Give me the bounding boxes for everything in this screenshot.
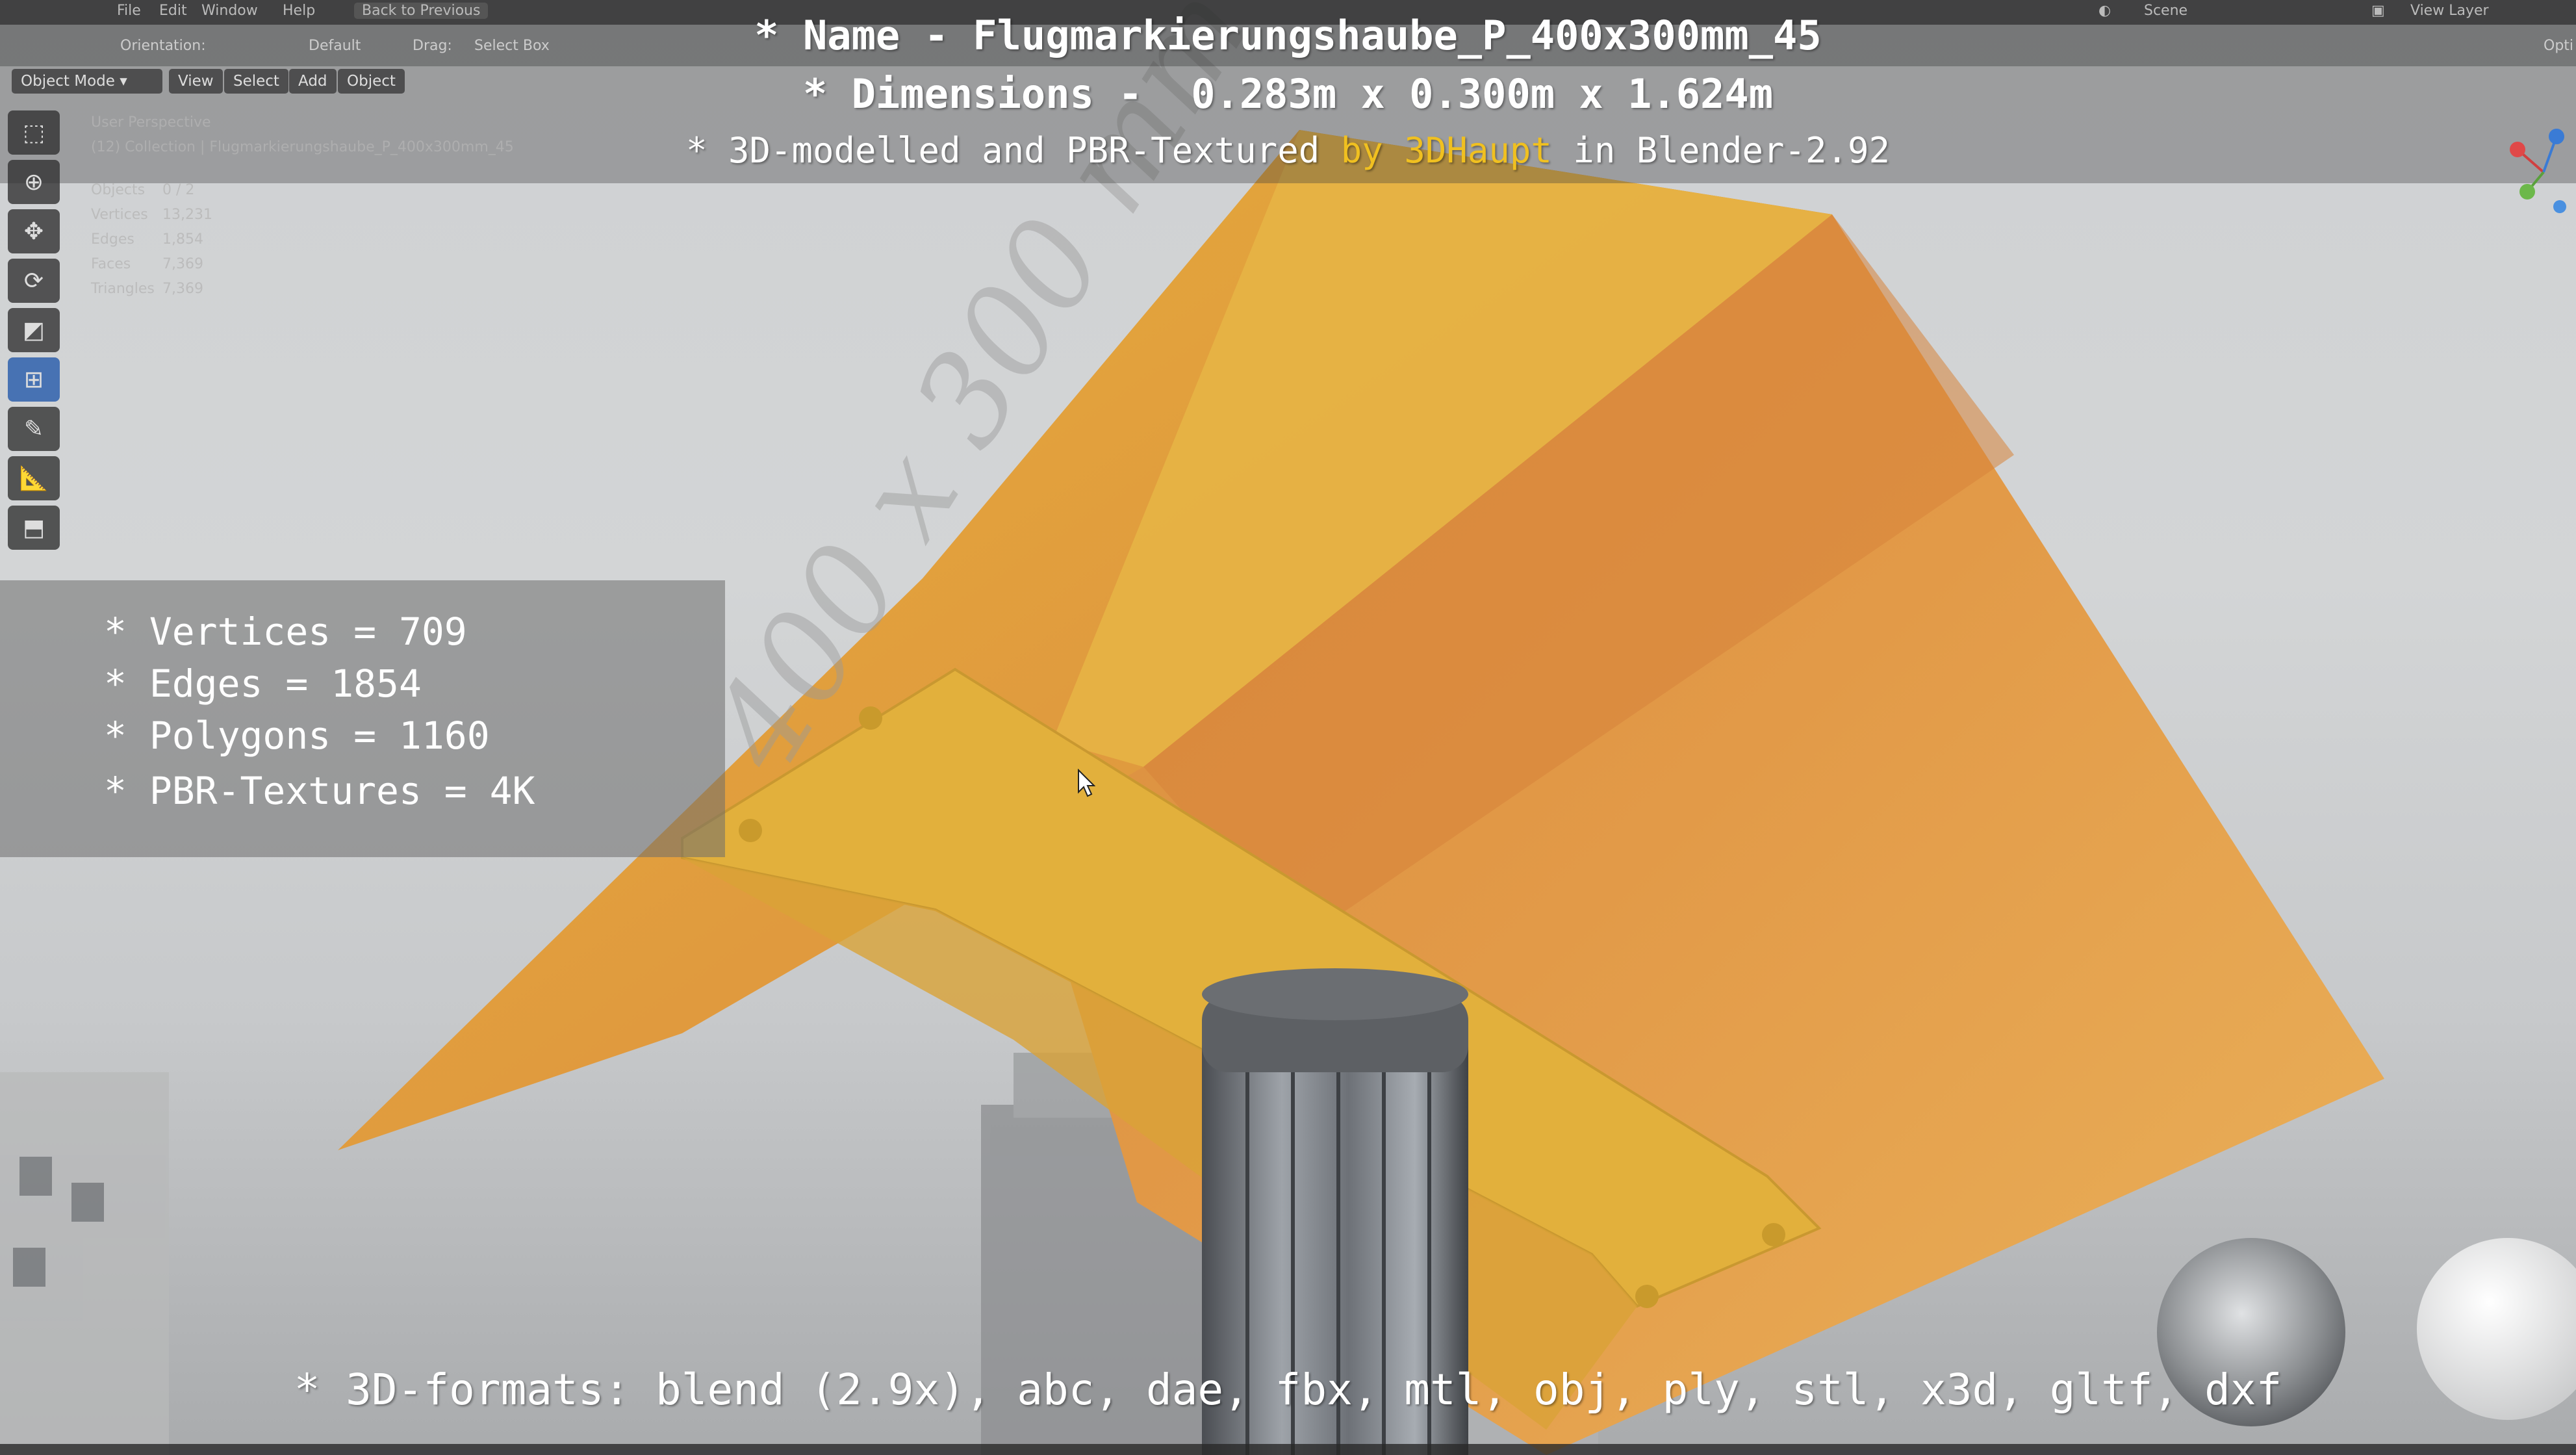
stat-faces-label: Faces [91, 256, 131, 272]
measure-icon[interactable]: 📐 [8, 456, 60, 500]
credit-prefix: * 3D-modelled and PBR-Textured [685, 130, 1341, 171]
stat-textures: * PBR-Textures = 4K [104, 769, 535, 813]
y-axis-icon [2519, 184, 2535, 200]
stat-edges: * Edges = 1854 [104, 662, 422, 706]
annotate-icon[interactable]: ✎ [8, 407, 60, 451]
stat-polygons: * Polygons = 1160 [104, 714, 490, 758]
credit-suffix: in Blender-2.92 [1551, 130, 1891, 171]
stat-faces-value: 7,369 [162, 256, 203, 272]
mouse-cursor-icon [1078, 769, 1095, 797]
rotate-icon[interactable]: ⟳ [8, 259, 60, 303]
scale-icon[interactable]: ◩ [8, 308, 60, 352]
status-bar [0, 1444, 2576, 1455]
stat-triangles-value: 7,369 [162, 281, 203, 297]
stat-vertices: * Vertices = 709 [104, 610, 467, 654]
overlay-credit-line: * 3D-modelled and PBR-Textured by 3DHaup… [0, 130, 2576, 171]
overlay-name-line: * Name - Flugmarkierungshaube_P_400x300m… [754, 12, 1822, 59]
stat-objects-label: Objects [91, 182, 146, 198]
credit-author: by 3DHaupt [1340, 130, 1552, 171]
transform-icon[interactable]: ⊞ [8, 357, 60, 402]
overlay-formats-line: * 3D-formats: blend (2.9x), abc, dae, fb… [294, 1365, 2282, 1415]
stat-vertices-label: Vertices [91, 207, 148, 223]
add-cube-icon[interactable]: ⬒ [8, 506, 60, 550]
toolbar-left: ⬚ ⊕ ✥ ⟳ ◩ ⊞ ✎ 📐 ⬒ [8, 110, 66, 555]
stat-edges-value: 1,854 [162, 231, 203, 248]
overlay-dimensions-line: * Dimensions - 0.283m x 0.300m x 1.624m [802, 70, 1774, 118]
stat-edges-label: Edges [91, 231, 134, 248]
stat-triangles-label: Triangles [91, 281, 155, 297]
move-icon[interactable]: ✥ [8, 209, 60, 253]
model-stats-panel: * Vertices = 709 * Edges = 1854 * Polygo… [0, 580, 725, 857]
stat-vertices-value: 13,231 [162, 207, 212, 223]
stat-objects-value: 0 / 2 [162, 182, 195, 198]
